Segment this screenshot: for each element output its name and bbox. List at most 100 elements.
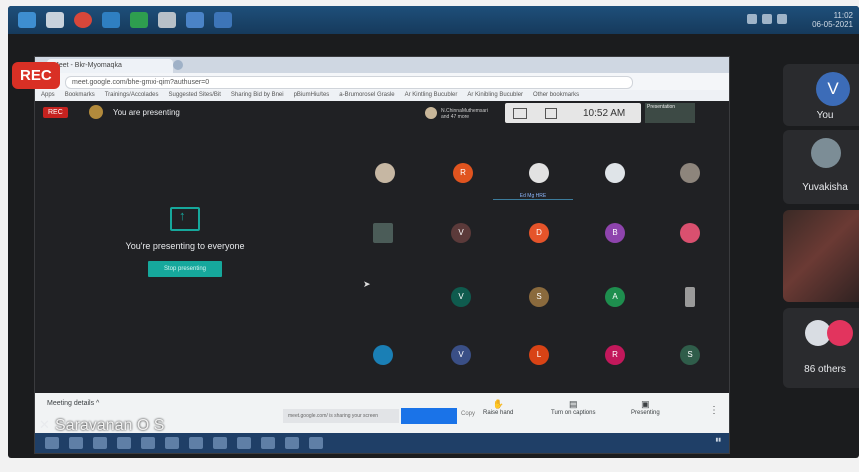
- host-date: 06-05-2021: [812, 20, 853, 29]
- participant-tile[interactable]: [605, 163, 625, 183]
- volume-icon[interactable]: [762, 14, 772, 24]
- pinned-user-sub: and 47 more: [441, 114, 470, 120]
- others-tile[interactable]: 86 others: [783, 308, 859, 388]
- taskbar-app-icon[interactable]: [285, 437, 299, 449]
- rec-badge: REC: [12, 62, 60, 89]
- new-tab-icon[interactable]: [173, 60, 183, 70]
- taskbar-app-icon[interactable]: [165, 437, 179, 449]
- pinned-user[interactable]: N.ChinnaMuthemsari and 47 more: [425, 106, 495, 124]
- file-explorer-icon[interactable]: [46, 12, 64, 28]
- participant-tile[interactable]: [375, 163, 395, 183]
- people-icon[interactable]: [545, 108, 557, 119]
- taskbar-app-icon[interactable]: [93, 437, 107, 449]
- inner-rec-badge: REC: [43, 107, 68, 118]
- share-action-button[interactable]: [401, 408, 457, 424]
- start-icon[interactable]: [18, 12, 36, 28]
- captions-label: Turn on captions: [551, 410, 596, 416]
- mic-off-icon: ✕: [39, 417, 50, 432]
- participant-tile[interactable]: S: [680, 345, 700, 365]
- network-icon[interactable]: [747, 14, 757, 24]
- participant-tile[interactable]: R: [605, 345, 625, 365]
- participant-side-name: Yuvakisha: [802, 182, 848, 193]
- participant-tile[interactable]: B: [605, 223, 625, 243]
- participant-tile[interactable]: S: [529, 287, 549, 307]
- participant-tile[interactable]: [680, 223, 700, 243]
- app-icon[interactable]: [158, 12, 176, 28]
- meet-clock: 10:52 AM: [583, 108, 626, 119]
- participant-tile[interactable]: R: [453, 163, 473, 183]
- raise-hand-label: Raise hand: [483, 410, 514, 416]
- taskbar-app-icon[interactable]: [261, 437, 275, 449]
- more-options-icon[interactable]: ⋮: [709, 405, 719, 416]
- participant-tile[interactable]: V: [451, 287, 471, 307]
- mouse-cursor-icon: ➤: [363, 279, 371, 289]
- bookmark-item[interactable]: Ar Kintling Bucubler: [405, 90, 458, 101]
- participant-tile[interactable]: A: [605, 287, 625, 307]
- bookmark-item[interactable]: Bookmarks: [65, 90, 95, 101]
- self-label: You: [816, 110, 834, 121]
- present-label: Presenting: [631, 410, 660, 416]
- participant-tile[interactable]: V: [451, 345, 471, 365]
- presenting-status: You are presenting: [113, 108, 180, 117]
- meet-toolbar: 10:52 AM: [505, 103, 641, 123]
- participant-tile[interactable]: [680, 163, 700, 183]
- participant-tile[interactable]: [373, 223, 393, 243]
- taskbar-app-icon[interactable]: [213, 437, 227, 449]
- shared-screen: Meet - Bkr-Myomaqka meet.google.com/bhe-…: [34, 56, 730, 454]
- taskbar-app-icon[interactable]: [117, 437, 131, 449]
- host-clock[interactable]: 11:02 06-05-2021: [812, 11, 853, 29]
- avatar: [425, 107, 437, 119]
- chat-icon[interactable]: [513, 108, 527, 119]
- raise-hand-button[interactable]: ✋ Raise hand: [483, 399, 513, 416]
- participant-tile[interactable]: [373, 345, 393, 365]
- copy-button[interactable]: Copy: [461, 411, 475, 417]
- browser-tab[interactable]: Meet - Bkr-Myomaqka: [47, 59, 173, 73]
- media-icon[interactable]: [214, 12, 232, 28]
- excel-icon[interactable]: [130, 12, 148, 28]
- ie-icon[interactable]: [102, 12, 120, 28]
- bookmark-item[interactable]: Sharing Bid by Bnei: [231, 90, 284, 101]
- host-taskbar: 11:02 06-05-2021: [8, 6, 859, 34]
- host-time: 11:02: [833, 11, 853, 20]
- meeting-details-button[interactable]: Meeting details ^: [47, 400, 99, 407]
- participant-tile[interactable]: V: [451, 223, 471, 243]
- presenter-avatar: [89, 105, 103, 119]
- presenting-message: You're presenting to everyone: [125, 241, 245, 251]
- bookmark-item[interactable]: Ar Kinibling Bucubler: [467, 90, 523, 101]
- meeting-details-label: Meeting details: [47, 400, 95, 407]
- word-icon[interactable]: [186, 12, 204, 28]
- self-tile[interactable]: V You: [783, 64, 859, 126]
- taskbar-app-icon[interactable]: [141, 437, 155, 449]
- participant-tile[interactable]: [685, 287, 695, 307]
- taskbar-app-icon[interactable]: [45, 437, 59, 449]
- participant-tile[interactable]: [529, 163, 549, 183]
- participant-tile[interactable]: D: [529, 223, 549, 243]
- taskbar-app-icon[interactable]: [189, 437, 203, 449]
- inner-clock: ▮▮: [715, 437, 721, 443]
- bookmark-item[interactable]: a-Brumorosel Grasle: [339, 90, 394, 101]
- system-tray: [747, 14, 787, 24]
- bookmark-item[interactable]: Other bookmarks: [533, 90, 579, 101]
- stop-presenting-button[interactable]: Stop presenting: [147, 261, 223, 277]
- participant-tile[interactable]: L: [529, 345, 549, 365]
- taskbar-app-icon[interactable]: [309, 437, 323, 449]
- taskbar-app-icon[interactable]: [237, 437, 251, 449]
- chrome-icon[interactable]: [74, 12, 92, 28]
- browser-toolbar: meet.google.com/bhe-gmxi-qim?authuser=0: [35, 73, 729, 90]
- address-bar[interactable]: meet.google.com/bhe-gmxi-qim?authuser=0: [65, 76, 633, 89]
- browser-tab-strip: Meet - Bkr-Myomaqka: [35, 57, 729, 73]
- bookmark-item[interactable]: Trainings/Accolades: [105, 90, 159, 101]
- bookmark-item[interactable]: Apps: [41, 90, 55, 101]
- video-tile[interactable]: [783, 210, 859, 302]
- participant-side-tile[interactable]: Yuvakisha: [783, 130, 859, 204]
- bookmark-item[interactable]: Suggested Sites/Bit: [169, 90, 221, 101]
- captions-button[interactable]: ▤ Turn on captions: [551, 399, 595, 416]
- present-icon: ▣: [641, 399, 650, 409]
- presentation-thumbnail[interactable]: Presentation: [645, 103, 695, 123]
- battery-icon[interactable]: [777, 14, 787, 24]
- captions-icon: ▤: [568, 399, 578, 409]
- present-button[interactable]: ▣ Presenting: [631, 399, 660, 416]
- bookmark-item[interactable]: pBiumHiu/tes: [294, 90, 330, 101]
- taskbar-app-icon[interactable]: [69, 437, 83, 449]
- avatar: [811, 138, 841, 168]
